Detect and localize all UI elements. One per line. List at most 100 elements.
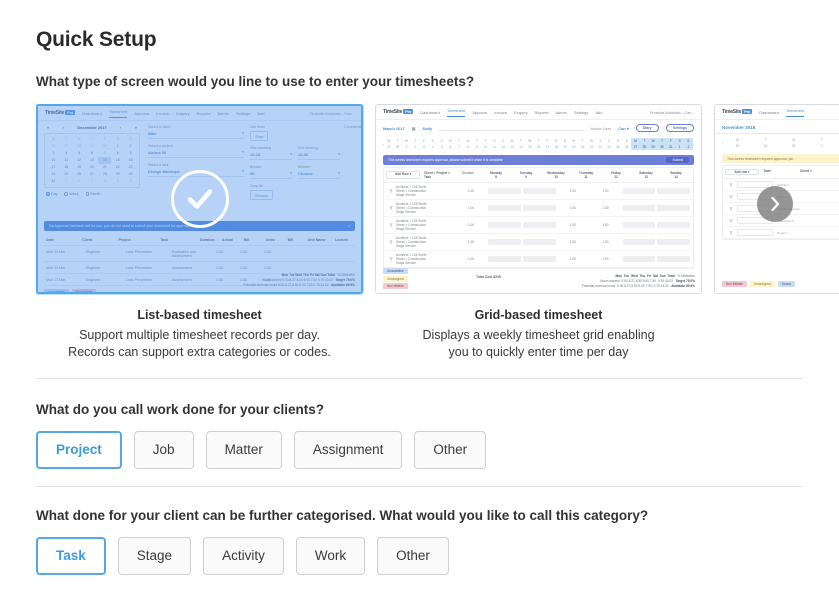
chevron-right-icon <box>767 196 783 212</box>
mini-comments: Comments <box>252 125 352 131</box>
mini-calendar: «‹ December 2017 ›» MTWTFSS 262728293012… <box>44 125 140 196</box>
mini-active-user: Can ▾ <box>618 126 629 131</box>
carousel-track: TimeSitePro Dashboard Timesheet Approve … <box>36 104 839 366</box>
mini-month: November 2018 <box>715 120 839 134</box>
divider-top <box>36 378 803 379</box>
mini-legend: Non BillableUnassignedUnava <box>722 281 798 287</box>
quick-setup-page: Quick Setup What type of screen would yo… <box>0 0 839 602</box>
mini-nav-timesheet: Timesheet <box>786 108 805 117</box>
mini-view: Daily <box>423 126 433 131</box>
card-title: Grid-based timesheet <box>375 308 702 322</box>
mini-view-modes: DayWeekMonth <box>44 192 140 196</box>
mini-grid-row: 🗑 Architect > 128 Smith Street > Constru… <box>384 234 693 251</box>
card-description: Displays a weekly timesheet grid enablin… <box>375 327 702 361</box>
mini-legend: UnavailableNon billable Unassigned <box>44 289 355 294</box>
mini-fields-right: Use timerStart Start working16:15 End wo… <box>250 125 340 205</box>
mini-grid-row: 🗑 Architect > 128 Smith Street > Constru… <box>384 200 693 217</box>
mini-body-1: «‹ December 2017 ›» MTWTFSS 262728293012… <box>38 121 361 292</box>
mini-nav-add: Add <box>595 110 602 115</box>
mini-active-user-label: Active User <box>591 126 611 131</box>
mini-nav-admin: Admin <box>556 110 567 115</box>
mini-logo: TimeSitePro <box>45 110 75 116</box>
mini-day-strip: ‹ M29T30W31 T1F2S3 S4M5T6 W7T8 <box>715 134 839 152</box>
mini-grid-header: Add Row ▾ Client > Project > Task Durati… <box>384 168 693 183</box>
mini-grid-row: 🗑Report > <box>723 227 839 239</box>
question-screen-type: What type of screen would you line to us… <box>36 74 474 89</box>
card-description: Support multiple timesheet records per d… <box>36 327 363 361</box>
divider-bottom <box>36 486 803 487</box>
card-grid-based-timesheet[interactable]: TimeSitePro Dashboard Timesheet Approve … <box>375 104 702 366</box>
carousel-next-button[interactable] <box>757 186 793 222</box>
option-stage[interactable]: Stage <box>118 537 191 575</box>
mini-fields-left: Select a clientNike Select a projectAirb… <box>148 125 244 182</box>
card-list-based-timesheet[interactable]: TimeSitePro Dashboard Timesheet Approve … <box>36 104 363 366</box>
mini-table-header-row: Date Client Project Task Duration Actual… <box>44 235 355 246</box>
option-job[interactable]: Job <box>134 431 194 469</box>
option-activity[interactable]: Activity <box>203 537 284 575</box>
mini-nav-reports: Reports <box>535 110 549 115</box>
mini-timesheet-grid: Add Row ▾ Client > Project > Task Durati… <box>383 167 694 269</box>
mini-logo: TimeSitePro <box>383 109 413 115</box>
mini-nav-timesheet: Timesheet <box>109 109 128 118</box>
card-title: List-based timesheet <box>36 308 363 322</box>
mini-calendar-header: «‹ December 2017 ›» <box>44 125 140 133</box>
mini-nav-invoice: Invoice <box>156 111 169 116</box>
mini-nav-enquiry: Enquiry <box>176 111 190 116</box>
mini-summary: Mon Tue Wed Thu Fri Sat Sun Total % Util… <box>582 274 695 289</box>
card-third-timesheet[interactable]: TimeSitePro Dashboard Timesheet November… <box>714 104 839 366</box>
mini-grid-row: 🗑 Architect > 128 Smith Street > Constru… <box>384 217 693 234</box>
option-other-work[interactable]: Other <box>414 431 486 469</box>
mini-nav-invoice: Invoice <box>494 110 507 115</box>
screen-type-carousel[interactable]: TimeSitePro Dashboard Timesheet Approve … <box>36 104 839 366</box>
option-project[interactable]: Project <box>36 431 122 469</box>
option-assignment[interactable]: Assignment <box>294 431 403 469</box>
mini-nav-reports: Reports <box>197 111 211 116</box>
mini-calendar-month: December 2017 <box>77 125 106 130</box>
mini-nav-dashboard: Dashboard <box>759 110 779 115</box>
mini-logo: TimeSitePro <box>722 109 752 115</box>
mini-tenant: Timesite Australia - Can - <box>649 110 694 115</box>
mini-navbar: TimeSitePro Dashboard Timesheet Approve … <box>376 105 701 120</box>
page-title: Quick Setup <box>36 28 156 52</box>
mini-app-mock-2: TimeSitePro Dashboard Timesheet Approve … <box>376 105 701 293</box>
card-description: Displays re <box>714 308 839 342</box>
mini-grid-header: Add row ▾ DateClient > <box>723 166 839 179</box>
mini-submit-button: Submit <box>666 157 689 163</box>
mini-approval-banner: No Approval has been set for you, you do… <box>44 221 355 231</box>
card-thumbnail-list-based[interactable]: TimeSitePro Dashboard Timesheet Approve … <box>36 104 363 294</box>
mini-approval-alert: This weeks timesheet requires approval, … <box>383 155 694 165</box>
mini-grid-row: 🗑 Architect > 128 Smith Street > Constru… <box>384 251 693 268</box>
mini-navbar: TimeSitePro Dashboard Timesheet Approve … <box>38 106 361 121</box>
mini-nav-approve: Approve <box>134 111 149 116</box>
mini-app-mock-1: TimeSitePro Dashboard Timesheet Approve … <box>38 106 361 292</box>
mini-calendar-grid: MTWTFSS 262728293012 3456789 10111213141… <box>44 133 140 188</box>
mini-diary-button: Diary <box>636 124 659 132</box>
mini-navbar: TimeSitePro Dashboard Timesheet <box>715 105 839 120</box>
question-work-name: What do you call work done for your clie… <box>36 402 324 417</box>
mini-nav-dashboard: Dashboard <box>420 110 440 115</box>
mini-nav-add: Add <box>257 111 264 116</box>
mini-legend: Unavailable Unassigned Non billable <box>383 268 411 289</box>
mini-subheader: March 2017 ▦ Daily Active User Can ▾ Dia… <box>376 120 701 135</box>
mini-tenant: Timesite Australia - Can - <box>309 111 354 116</box>
card-thumbnail-grid-based[interactable]: TimeSitePro Dashboard Timesheet Approve … <box>375 104 702 294</box>
option-matter[interactable]: Matter <box>206 431 282 469</box>
mini-day-strip: ‹ M27T28W1 T2F3S4 S5M6T7 W8T9F10 S11S12M… <box>376 135 701 153</box>
option-task[interactable]: Task <box>36 537 106 575</box>
category-name-options: Task Stage Activity Work Other <box>36 537 449 575</box>
mini-summary: Mon Tue Wed Thu Fri Sat Sun Total % Util… <box>243 273 355 288</box>
mini-nav-settings: Settings <box>574 110 588 115</box>
mini-month: March 2017 <box>383 126 405 131</box>
mini-approval-alert: This weeks timesheet requires approval, … <box>722 154 839 163</box>
work-name-options: Project Job Matter Assignment Other <box>36 431 486 469</box>
question-category-name: What done for your client can be further… <box>36 508 648 523</box>
mini-nav-admin: Admin <box>218 111 229 116</box>
option-work[interactable]: Work <box>296 537 365 575</box>
option-other-category[interactable]: Other <box>377 537 449 575</box>
mini-grid-row: 🗑 Architect > 128 Smith Street > Constru… <box>384 183 693 200</box>
mini-total-cost: Total Cost $245 <box>476 275 501 279</box>
mini-table-row: Mon 13 MarEngineer Loss PreventionEvalua… <box>44 246 355 262</box>
mini-nav-timesheet: Timesheet <box>447 108 466 117</box>
mini-nav-settings: Settings <box>236 111 250 116</box>
mini-body-2: March 2017 ▦ Daily Active User Can ▾ Dia… <box>376 120 701 293</box>
